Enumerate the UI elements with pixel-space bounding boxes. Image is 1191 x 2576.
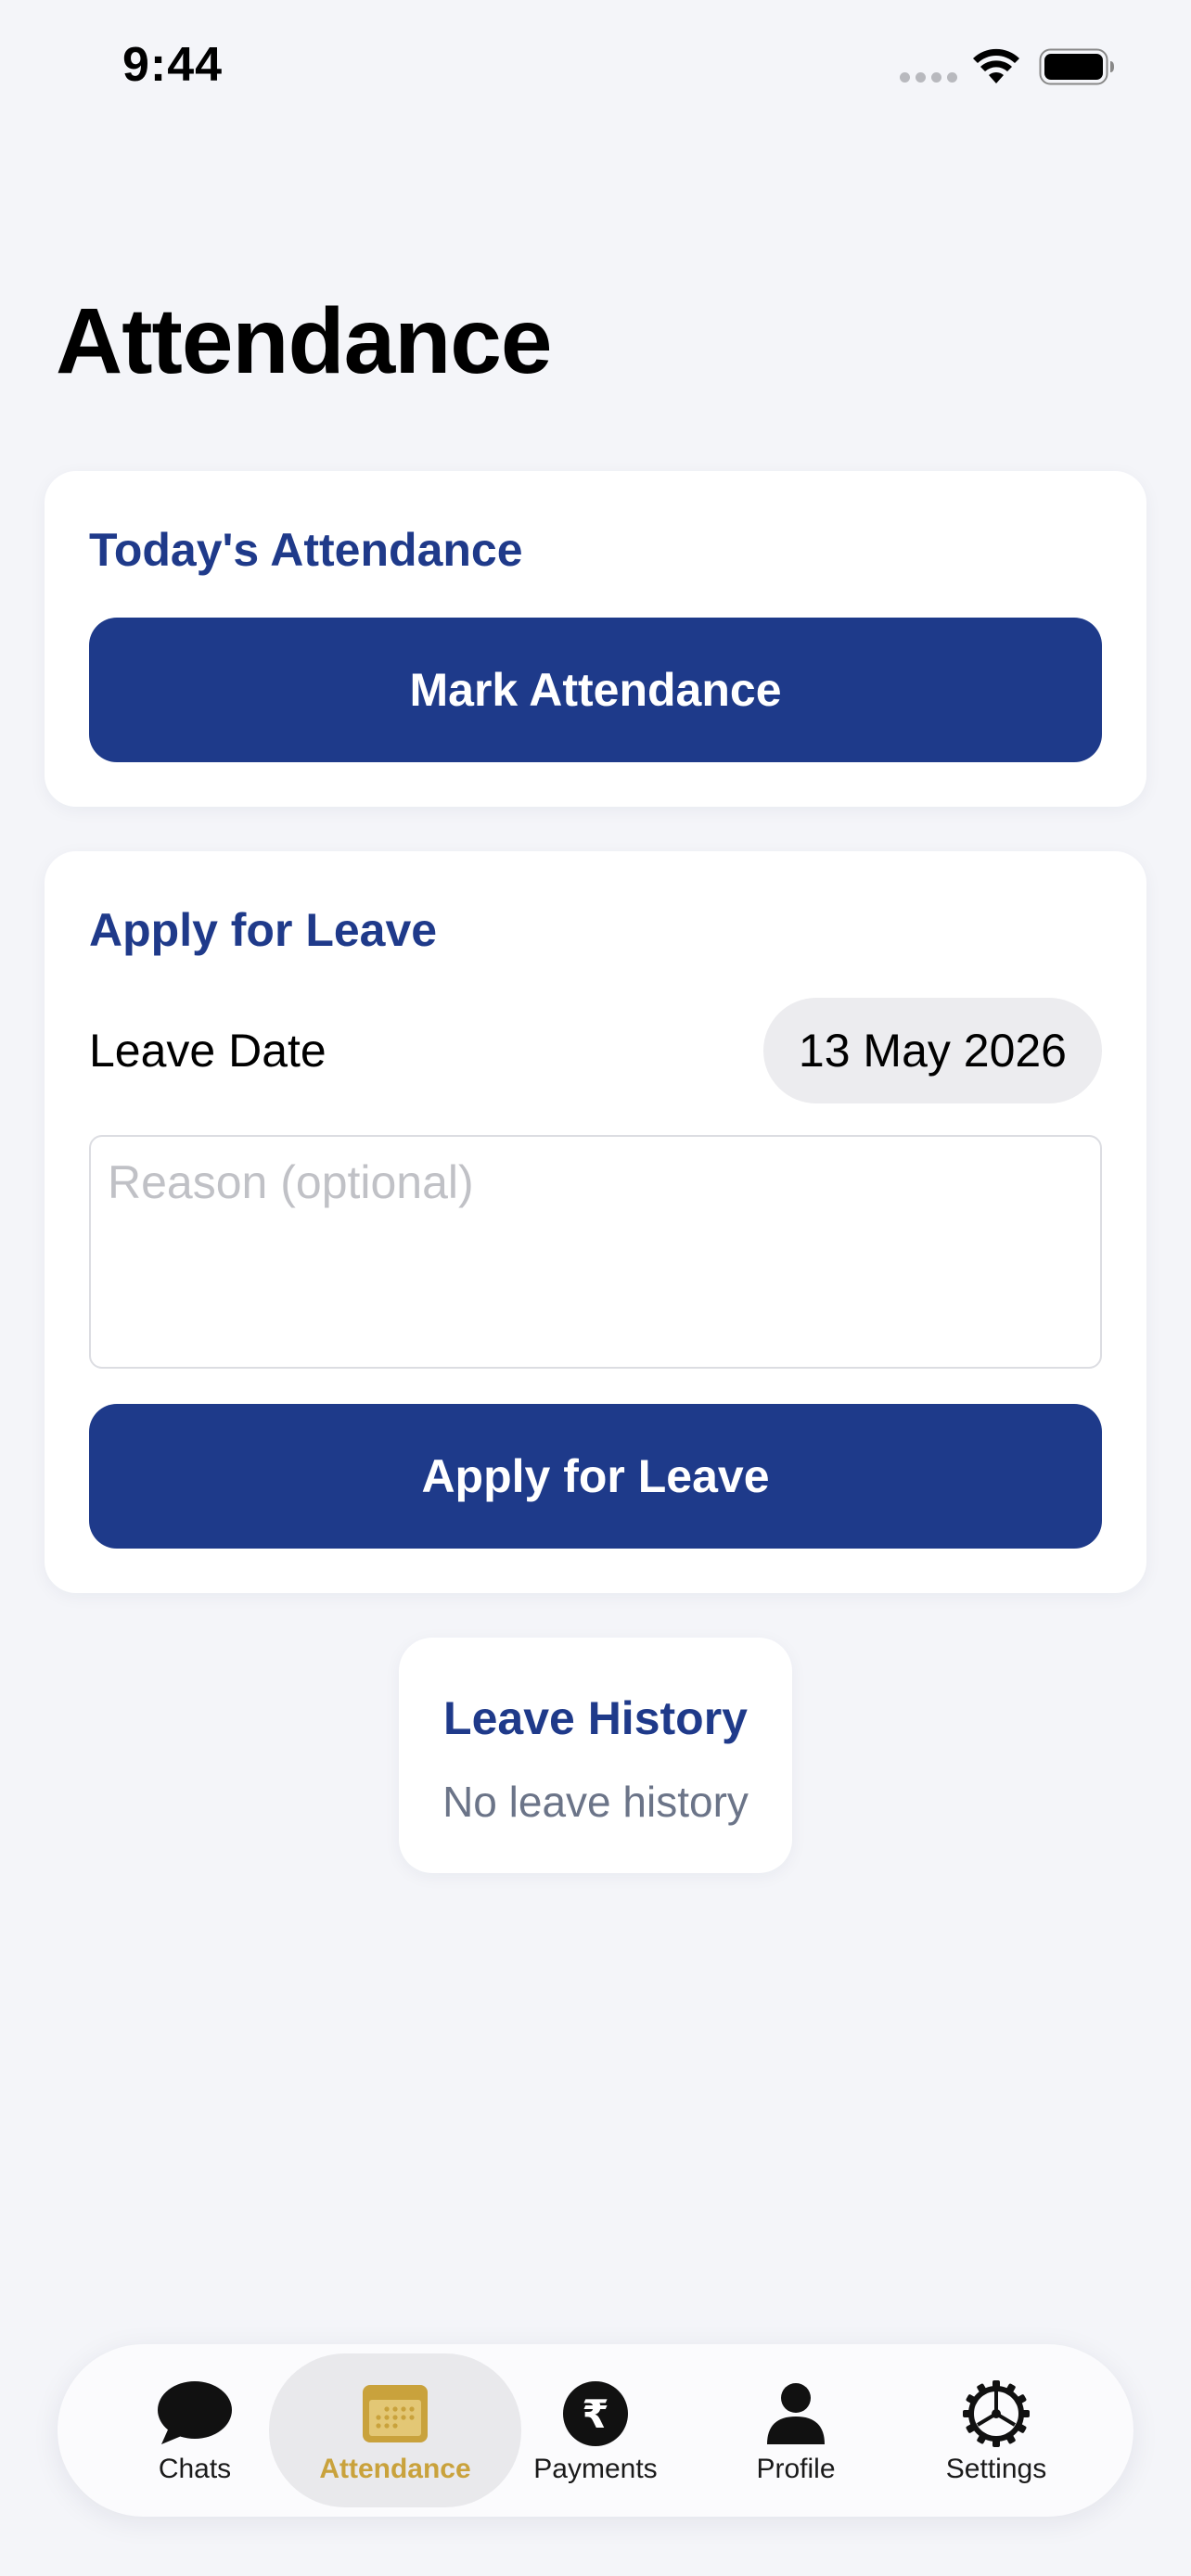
status-time: 9:44 <box>122 38 224 92</box>
tab-payments[interactable]: ₹ Payments <box>495 2353 696 2507</box>
tab-chats[interactable]: Chats <box>95 2353 295 2507</box>
bottom-tab-bar: Chats Attendance ₹ Payments Profile Sett… <box>58 2344 1133 2517</box>
mark-attendance-button[interactable]: Mark Attendance <box>89 618 1102 762</box>
apply-leave-card: Apply for Leave Leave Date 13 May 2026 A… <box>45 851 1146 1593</box>
tab-settings-label: Settings <box>945 2454 1047 2484</box>
page-title: Attendance <box>56 289 553 393</box>
tab-attendance-label: Attendance <box>319 2454 471 2484</box>
apply-leave-title: Apply for Leave <box>89 904 438 956</box>
battery-icon <box>1039 48 1114 85</box>
cellular-signal-icon <box>900 72 957 83</box>
tab-profile-label: Profile <box>756 2454 836 2484</box>
gear-icon <box>957 2379 1035 2448</box>
tab-settings[interactable]: Settings <box>896 2353 1096 2507</box>
todays-attendance-card: Today's Attendance Mark Attendance <box>45 471 1146 807</box>
svg-text:₹: ₹ <box>582 2391 608 2437</box>
tab-profile[interactable]: Profile <box>696 2353 896 2507</box>
calendar-icon <box>356 2379 434 2448</box>
person-icon <box>757 2379 835 2448</box>
todays-attendance-title: Today's Attendance <box>89 524 523 576</box>
rupee-icon: ₹ <box>557 2379 634 2448</box>
status-bar: 9:44 <box>0 0 1191 139</box>
leave-date-label: Leave Date <box>89 1025 327 1077</box>
leave-history-card: Leave History No leave history <box>399 1638 792 1873</box>
tab-attendance[interactable]: Attendance <box>269 2353 521 2507</box>
chat-bubble-icon <box>156 2379 234 2448</box>
wifi-icon <box>973 48 1019 83</box>
tab-payments-label: Payments <box>533 2454 658 2484</box>
leave-history-title: Leave History <box>443 1692 748 1744</box>
apply-leave-button[interactable]: Apply for Leave <box>89 1404 1102 1549</box>
leave-date-picker[interactable]: 13 May 2026 <box>762 998 1102 1103</box>
reason-input[interactable] <box>89 1135 1102 1369</box>
tab-chats-label: Chats <box>158 2454 232 2484</box>
leave-history-empty-text: No leave history <box>442 1778 749 1826</box>
